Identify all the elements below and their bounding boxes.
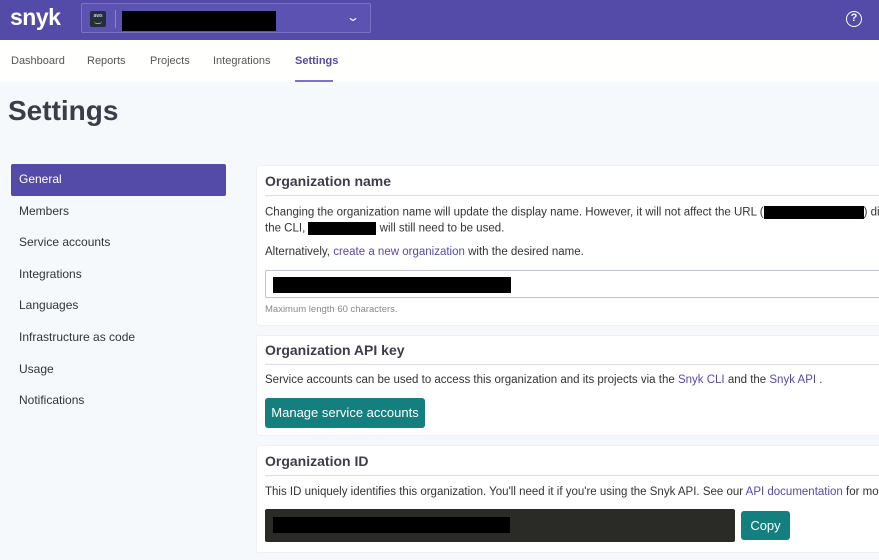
snyk-api-link[interactable]: Snyk API	[769, 374, 816, 386]
divider	[265, 195, 879, 196]
description-text: and the	[724, 374, 770, 386]
description-text: .	[816, 374, 823, 386]
org-name-description: Changing the organization name will upda…	[265, 206, 879, 219]
sidebar-item-infrastructure-as-code[interactable]: Infrastructure as code	[11, 322, 226, 354]
alt-suffix: with the desired name.	[464, 246, 584, 258]
description-text: This ID uniquely identifies this organiz…	[265, 486, 746, 498]
top-bar: snyk aws ⌄ ?	[0, 0, 879, 40]
sidebar-item-usage[interactable]: Usage	[11, 354, 226, 386]
org-name-redacted	[122, 11, 276, 31]
sidebar-item-integrations[interactable]: Integrations	[11, 259, 226, 291]
selector-divider	[115, 10, 116, 28]
tab-projects[interactable]: Projects	[150, 55, 190, 67]
description-text: Changing the organization name will upda…	[265, 206, 764, 219]
snyk-cli-link[interactable]: Snyk CLI	[678, 374, 725, 386]
snyk-logo[interactable]: snyk	[10, 4, 61, 31]
org-name-value-redacted	[273, 277, 511, 293]
sidebar-item-members[interactable]: Members	[11, 196, 226, 228]
description-text: the CLI,	[265, 222, 309, 235]
org-name-input[interactable]	[265, 270, 879, 298]
help-icon[interactable]: ?	[846, 11, 862, 27]
api-key-description: Service accounts can be used to access t…	[265, 374, 822, 386]
org-id-card: Organization ID This ID uniquely identif…	[256, 445, 879, 553]
description-text: for more d	[846, 486, 879, 498]
max-length-helper: Maximum length 60 characters.	[265, 304, 398, 315]
manage-service-accounts-button[interactable]: Manage service accounts	[265, 398, 425, 428]
sidebar-item-general[interactable]: General	[11, 164, 226, 196]
main-nav: Dashboard Reports Projects Integrations …	[0, 40, 879, 82]
description-text: Service accounts can be used to access t…	[265, 374, 678, 386]
org-name-card: Organization name Changing the organizat…	[256, 165, 879, 326]
org-id-value-redacted	[273, 517, 510, 533]
org-api-key-card: Organization API key Service accounts ca…	[256, 335, 879, 436]
tab-settings[interactable]: Settings	[295, 55, 338, 67]
org-id-description: This ID uniquely identifies this organiz…	[265, 486, 879, 498]
org-id-field[interactable]	[265, 509, 735, 542]
org-selector[interactable]: aws ⌄	[81, 3, 371, 33]
active-tab-indicator	[295, 80, 333, 82]
card-title: Organization API key	[265, 342, 405, 358]
aws-icon: aws	[90, 11, 106, 27]
tab-integrations[interactable]: Integrations	[213, 55, 270, 67]
card-title: Organization ID	[265, 453, 369, 469]
sidebar-item-service-accounts[interactable]: Service accounts	[11, 227, 226, 259]
card-title: Organization name	[265, 173, 392, 189]
description-text: ) disp	[863, 206, 879, 219]
copy-button[interactable]: Copy	[741, 511, 790, 540]
description-text: will still need to be used.	[376, 222, 505, 235]
api-documentation-link[interactable]: API documentation	[746, 486, 843, 498]
sidebar-item-languages[interactable]: Languages	[11, 290, 226, 322]
alt-prefix: Alternatively,	[265, 246, 334, 258]
settings-sidebar: General Members Service accounts Integra…	[11, 164, 226, 417]
slug-redacted	[308, 222, 377, 235]
create-new-org-link[interactable]: create a new organization	[333, 246, 465, 258]
sidebar-item-notifications[interactable]: Notifications	[11, 385, 226, 417]
page-title: Settings	[8, 95, 119, 126]
org-name-description-line2: the CLI, will still need to be used.	[265, 222, 504, 235]
divider	[265, 475, 879, 476]
alternative-text: Alternatively, create a new organization…	[265, 246, 584, 258]
tab-reports[interactable]: Reports	[87, 55, 126, 67]
divider	[265, 364, 879, 365]
chevron-down-icon[interactable]: ⌄	[346, 10, 360, 24]
url-redacted	[763, 206, 864, 219]
tab-dashboard[interactable]: Dashboard	[11, 55, 65, 67]
